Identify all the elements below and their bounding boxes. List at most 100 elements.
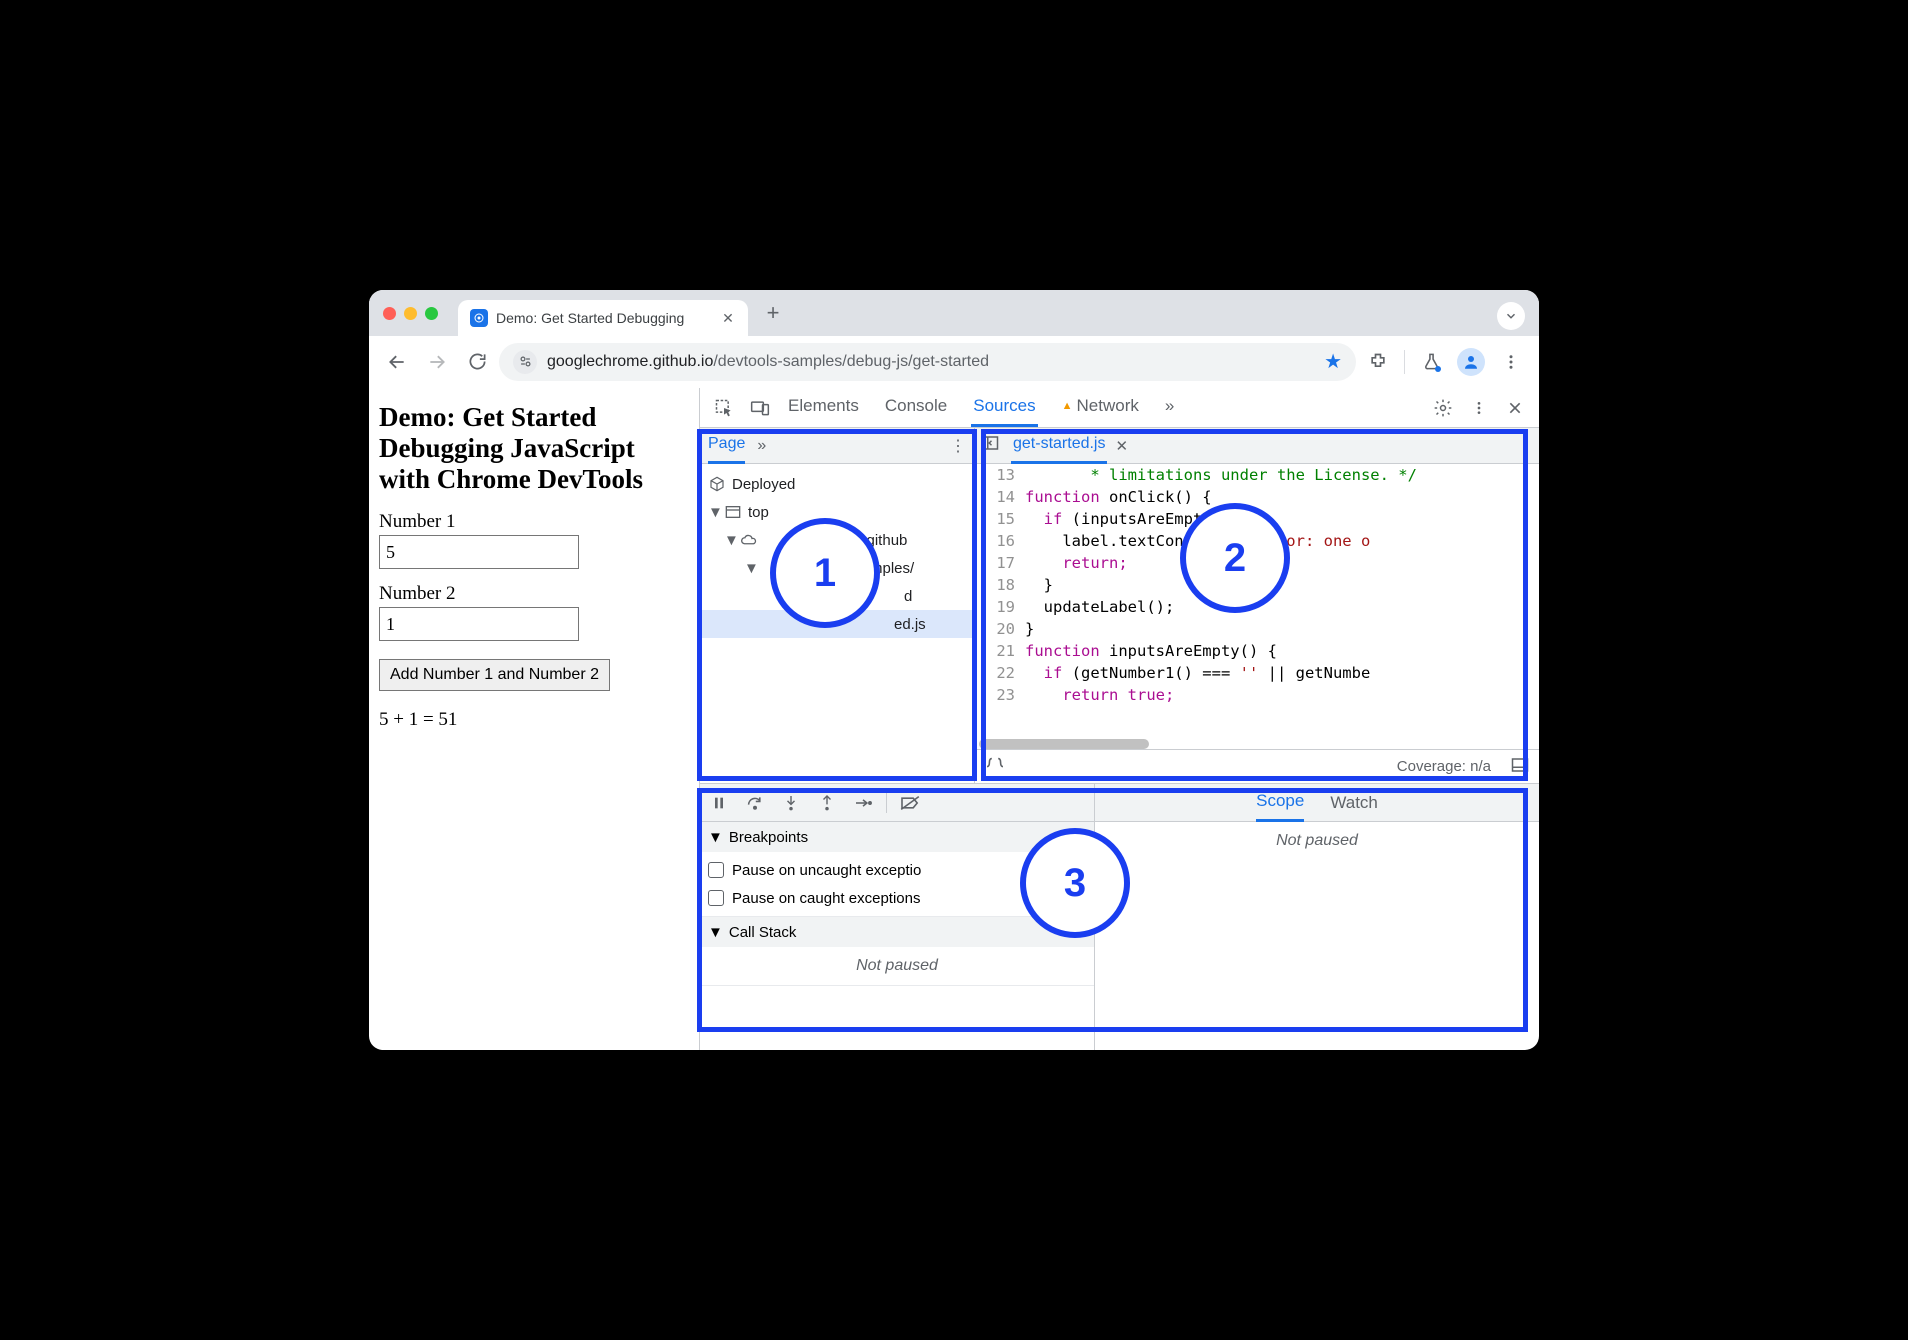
callstack-header[interactable]: ▼Call Stack xyxy=(700,917,1094,947)
tab-strip: Demo: Get Started Debugging ✕ + xyxy=(369,290,1539,336)
toggle-navigator-icon[interactable] xyxy=(981,435,999,456)
toolbar-divider xyxy=(1404,350,1405,374)
tab-search-button[interactable] xyxy=(1497,302,1525,330)
callstack-section: ▼Call Stack Not paused xyxy=(700,917,1094,986)
browser-toolbar: googlechrome.github.io/devtools-samples/… xyxy=(369,336,1539,388)
tab-close-button[interactable]: ✕ xyxy=(720,310,736,326)
scope-watch-tabs: Scope Watch xyxy=(1095,784,1539,822)
site-info-icon[interactable] xyxy=(513,350,537,374)
devtools-panel: Elements Console Sources Network » xyxy=(699,388,1539,1050)
window-controls xyxy=(383,307,438,320)
number1-input[interactable] xyxy=(379,535,579,569)
browser-tab[interactable]: Demo: Get Started Debugging ✕ xyxy=(458,300,748,336)
bookmark-star-icon[interactable]: ★ xyxy=(1324,349,1342,374)
tree-top[interactable]: ▼ top xyxy=(700,498,974,526)
devtools-settings-icon[interactable] xyxy=(1425,390,1461,426)
breakpoints-section: ▼Breakpoints Pause on uncaught exceptio … xyxy=(700,822,1094,917)
tree-folder[interactable]: ▼ mples/ xyxy=(700,554,974,582)
editor-footer: Coverage: n/a xyxy=(975,749,1539,783)
pause-icon[interactable] xyxy=(706,790,732,816)
step-icon[interactable] xyxy=(850,790,876,816)
divider xyxy=(886,793,887,813)
number1-label: Number 1 xyxy=(379,511,689,533)
tree-file-selected[interactable]: ed.js xyxy=(700,610,974,638)
debugger-right: Scope Watch Not paused xyxy=(1095,784,1539,1050)
forward-button[interactable] xyxy=(419,344,455,380)
maximize-window-button[interactable] xyxy=(425,307,438,320)
result-text: 5 + 1 = 51 xyxy=(379,709,689,731)
tree-origin[interactable]: ▼ e.github xyxy=(700,526,974,554)
add-button[interactable]: Add Number 1 and Number 2 xyxy=(379,659,610,691)
expand-icon: ▼ xyxy=(744,560,754,577)
tree-folder2[interactable]: d xyxy=(700,582,974,610)
devtools-toolbar: Elements Console Sources Network » xyxy=(700,388,1539,428)
sources-panel-body: Page » ⋮ Deployed xyxy=(700,428,1539,1050)
devtools-menu-icon[interactable] xyxy=(1461,390,1497,426)
debugger-toolbar xyxy=(700,784,1094,822)
extensions-button[interactable] xyxy=(1360,344,1396,380)
reload-button[interactable] xyxy=(459,344,495,380)
back-button[interactable] xyxy=(379,344,415,380)
toggle-debugger-icon[interactable] xyxy=(1511,757,1529,777)
debugger-pane: ▼Breakpoints Pause on uncaught exceptio … xyxy=(700,783,1539,1050)
editor-tabs: get-started.js ✕ xyxy=(975,428,1539,464)
step-into-icon[interactable] xyxy=(778,790,804,816)
browser-window: Demo: Get Started Debugging ✕ + googlech… xyxy=(369,290,1539,1050)
tab-favicon xyxy=(470,309,488,327)
debugger-left: ▼Breakpoints Pause on uncaught exceptio … xyxy=(700,784,1095,1050)
address-bar[interactable]: googlechrome.github.io/devtools-samples/… xyxy=(499,343,1356,381)
scope-not-paused: Not paused xyxy=(1095,822,1539,860)
coverage-text: Coverage: n/a xyxy=(1397,758,1491,775)
horizontal-scrollbar[interactable] xyxy=(975,739,1539,749)
navigator-pane: Page » ⋮ Deployed xyxy=(700,428,975,783)
navigator-overflow-icon[interactable]: » xyxy=(757,437,766,455)
tab-console[interactable]: Console xyxy=(883,388,949,427)
tab-watch[interactable]: Watch xyxy=(1330,793,1378,813)
step-over-icon[interactable] xyxy=(742,790,768,816)
avatar-icon xyxy=(1457,348,1485,376)
tab-title: Demo: Get Started Debugging xyxy=(496,310,712,326)
breakpoints-header[interactable]: ▼Breakpoints xyxy=(700,822,1094,852)
tab-elements[interactable]: Elements xyxy=(786,388,861,427)
profile-button[interactable] xyxy=(1453,344,1489,380)
editor-tab-file[interactable]: get-started.js xyxy=(1011,428,1107,464)
pause-uncaught-checkbox[interactable]: Pause on uncaught exceptio xyxy=(708,856,1086,884)
step-out-icon[interactable] xyxy=(814,790,840,816)
frame-icon xyxy=(724,503,742,521)
tab-network[interactable]: Network xyxy=(1060,388,1141,427)
close-window-button[interactable] xyxy=(383,307,396,320)
browser-menu-button[interactable] xyxy=(1493,344,1529,380)
number2-label: Number 2 xyxy=(379,583,689,605)
deactivate-breakpoints-icon[interactable] xyxy=(897,790,923,816)
device-toolbar-icon[interactable] xyxy=(742,390,778,426)
minimize-window-button[interactable] xyxy=(404,307,417,320)
navigator-menu-icon[interactable]: ⋮ xyxy=(950,436,966,456)
labs-button[interactable] xyxy=(1413,344,1449,380)
expand-icon: ▼ xyxy=(708,504,718,521)
cloud-icon xyxy=(740,531,758,549)
tabs-overflow-icon[interactable]: » xyxy=(1163,388,1176,427)
code-editor-pane: get-started.js ✕ 13 * limitations under … xyxy=(975,428,1539,783)
navigator-tabs: Page » ⋮ xyxy=(700,428,974,464)
navigator-tab-page[interactable]: Page xyxy=(708,428,745,464)
new-tab-button[interactable]: + xyxy=(758,298,788,328)
tab-sources[interactable]: Sources xyxy=(971,388,1037,427)
demo-page: Demo: Get Started Debugging JavaScript w… xyxy=(369,388,699,1050)
devtools-tabs: Elements Console Sources Network » xyxy=(786,388,1176,427)
callstack-not-paused: Not paused xyxy=(700,947,1094,985)
code-view[interactable]: 13 * limitations under the License. */ 1… xyxy=(975,464,1539,739)
tree-deployed[interactable]: Deployed xyxy=(700,470,974,498)
number2-input[interactable] xyxy=(379,607,579,641)
file-tree: Deployed ▼ top ▼ xyxy=(700,464,974,644)
pause-caught-checkbox[interactable]: Pause on caught exceptions xyxy=(708,884,1086,912)
inspect-element-icon[interactable] xyxy=(706,390,742,426)
editor-tab-close-icon[interactable]: ✕ xyxy=(1115,437,1128,455)
tab-scope[interactable]: Scope xyxy=(1256,784,1304,822)
devtools-close-icon[interactable] xyxy=(1497,390,1533,426)
content-area: Demo: Get Started Debugging JavaScript w… xyxy=(369,388,1539,1050)
page-heading: Demo: Get Started Debugging JavaScript w… xyxy=(379,402,689,495)
cube-icon xyxy=(708,475,726,493)
url-text: googlechrome.github.io/devtools-samples/… xyxy=(547,353,989,371)
expand-icon: ▼ xyxy=(724,532,734,549)
pretty-print-icon[interactable] xyxy=(985,757,1005,777)
